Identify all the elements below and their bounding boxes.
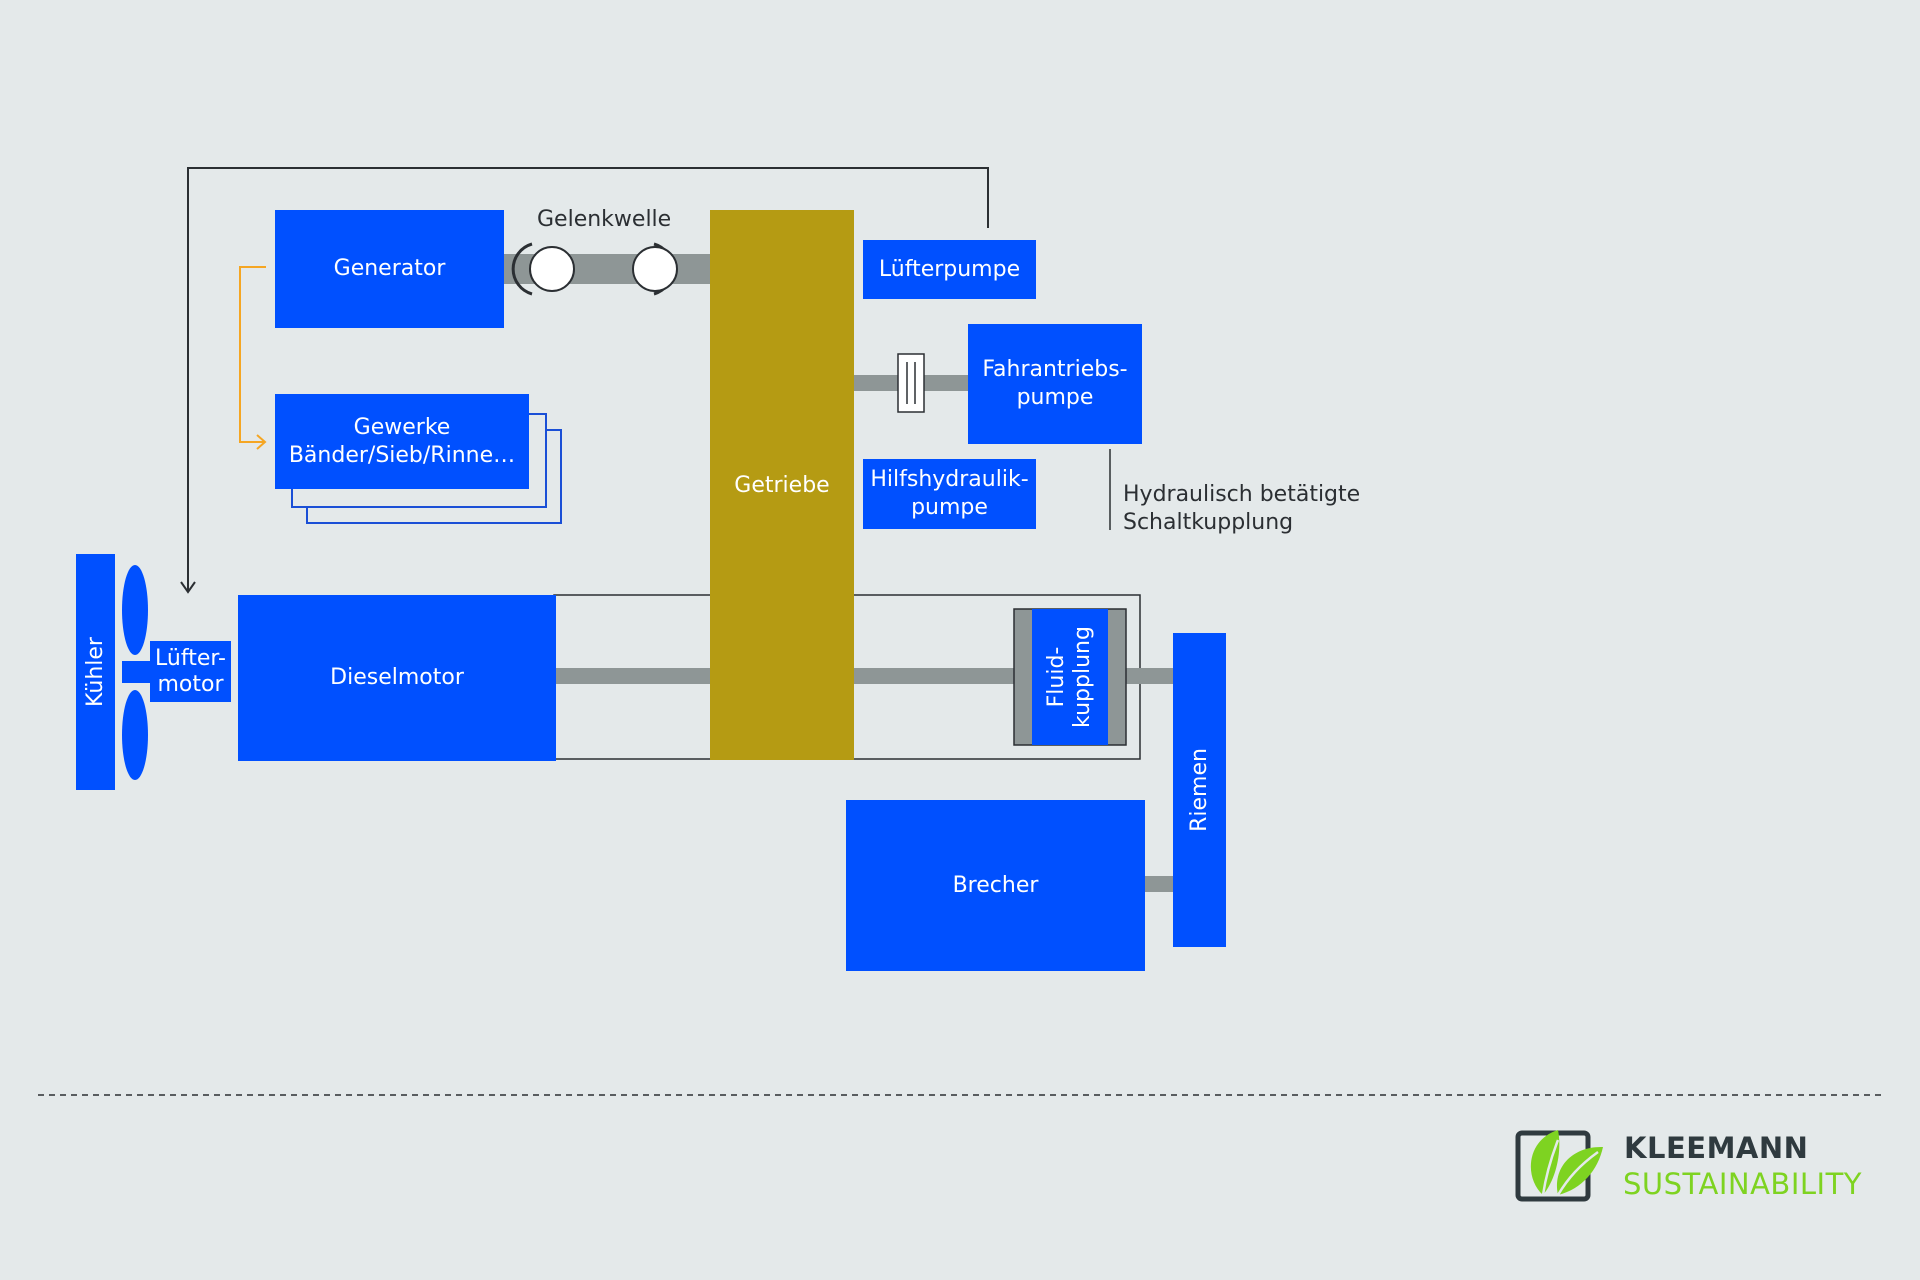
- crusher-label: Brecher: [952, 872, 1039, 898]
- gearbox-label: Getriebe: [734, 472, 830, 498]
- belt-block: Riemen: [1173, 633, 1226, 947]
- main-shaft-right: [852, 668, 1016, 684]
- fluid-coupling-block: Fluid- kupplung: [1032, 609, 1108, 745]
- radiator-label: Kühler: [82, 637, 108, 707]
- fan-motor-label-line1: Lüfter-: [155, 645, 226, 671]
- power-supply-line: [239, 266, 266, 443]
- shift-clutch-label-line2: Schaltkupplung: [1123, 510, 1294, 535]
- fluid-output-shaft: [1124, 668, 1174, 684]
- fan-blade-upper: [122, 565, 148, 655]
- shift-clutch-label-line1: Hydraulisch betätigte: [1123, 482, 1361, 507]
- main-shaft-left: [555, 668, 711, 684]
- joint-right: [632, 242, 678, 296]
- drive-pump-label-line2: pumpe: [1016, 385, 1094, 410]
- consumers-block: Gewerke Bänder/Sieb/Rinne…: [275, 394, 529, 489]
- belt-label: Riemen: [1186, 748, 1212, 832]
- drive-pump-block: Fahrantriebs- pumpe: [968, 324, 1142, 444]
- aux-pump-label-line2: pumpe: [911, 495, 988, 520]
- diesel-engine-label: Dieselmotor: [330, 665, 464, 690]
- brand-tagline: SUSTAINABILITY: [1623, 1167, 1863, 1201]
- radiator-block: Kühler: [76, 554, 115, 790]
- consumers-label-line2: Bänder/Sieb/Rinne…: [288, 442, 516, 468]
- shift-clutch-label: Hydraulisch betätigte Schaltkupplung: [1123, 481, 1360, 537]
- generator-label: Generator: [333, 256, 446, 281]
- fluid-coupling-label: Fluid- kupplung: [1044, 626, 1096, 728]
- fan-motor-label-line2: motor: [157, 671, 224, 697]
- drive-train-diagram: Getriebe Generator Gelenkwelle Gewerke B…: [0, 0, 1920, 1280]
- fan-pump-label: Lüfterpumpe: [878, 256, 1021, 282]
- cardan-shaft-label: Gelenkwelle: [537, 207, 672, 232]
- aux-pump-label-line1: Hilfshydraulik-: [870, 467, 1029, 492]
- fan-blade-lower: [122, 690, 148, 780]
- shift-clutch: [897, 353, 925, 413]
- fluid-coupling-label-line1: Fluid-: [1044, 646, 1069, 708]
- crusher-shaft: [1144, 876, 1174, 892]
- brand-name: KLEEMANN: [1624, 1131, 1809, 1165]
- fan-pump-block: Lüfterpumpe: [863, 240, 1036, 299]
- consumers-label-line1: Gewerke: [353, 414, 451, 440]
- brand-logo-icon: [1515, 1130, 1603, 1202]
- gearbox-block: Getriebe: [710, 210, 854, 760]
- crusher-block: Brecher: [846, 800, 1145, 971]
- diesel-engine-block: Dieselmotor: [238, 595, 556, 761]
- drive-pump-label-line1: Fahrantriebs-: [982, 357, 1128, 382]
- fan-motor-block: Lüfter- motor: [150, 641, 231, 702]
- fan-hub: [122, 661, 152, 683]
- aux-hydraulic-pump-block: Hilfshydraulik- pumpe: [863, 459, 1036, 529]
- generator-block: Generator: [275, 210, 504, 328]
- fluid-coupling-label-line2: kupplung: [1070, 626, 1095, 728]
